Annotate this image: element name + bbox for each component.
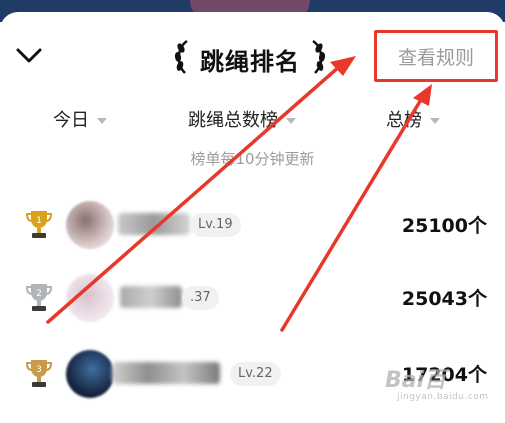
update-note: 榜单每10分钟更新 xyxy=(190,150,315,168)
caret-down-icon xyxy=(430,118,440,124)
trophy-bronze-icon: 3 xyxy=(26,360,52,387)
caret-down-icon xyxy=(286,118,296,124)
rank-number: 3 xyxy=(36,365,42,375)
filter-board-type[interactable]: 跳绳总数榜 xyxy=(188,106,296,132)
level-badge: .37 xyxy=(182,286,219,310)
rules-link-highlight[interactable]: 查看规则 xyxy=(374,30,498,82)
ranking-row[interactable]: 1 Lv.19 25100个 xyxy=(0,195,505,255)
filter-scope[interactable]: 总榜 xyxy=(386,106,440,132)
watermark-logo: Bai百 xyxy=(385,368,447,393)
watermark-url: jingyan.baidu.com xyxy=(397,392,489,402)
caret-down-icon xyxy=(97,118,107,124)
user-name-blurred xyxy=(118,213,190,235)
jump-count: 25100个 xyxy=(401,215,487,237)
filter-date[interactable]: 今日 xyxy=(53,106,107,132)
watermark: Bai百 jingyan.baidu.com xyxy=(385,362,495,412)
jump-count: 25043个 xyxy=(401,288,487,310)
rules-link[interactable]: 查看规则 xyxy=(377,43,495,70)
avatar[interactable] xyxy=(66,274,114,322)
user-name-blurred xyxy=(112,362,220,384)
avatar[interactable] xyxy=(66,201,114,249)
rank-number: 2 xyxy=(36,289,42,299)
filter-date-label: 今日 xyxy=(53,110,89,131)
laurel-right-icon xyxy=(312,39,326,74)
trophy-gold-icon: 1 xyxy=(26,211,52,238)
chevron-down-icon[interactable] xyxy=(12,38,46,72)
rank-number: 1 xyxy=(36,216,42,226)
filter-board-type-label: 跳绳总数榜 xyxy=(188,110,278,131)
page-title-group: 跳绳排名 xyxy=(165,38,335,78)
user-name-blurred xyxy=(120,286,182,308)
level-badge: Lv.22 xyxy=(230,362,281,386)
ranking-row[interactable]: 2 .37 25043个 xyxy=(0,268,505,328)
filter-scope-label: 总榜 xyxy=(386,110,422,131)
trophy-silver-icon: 2 xyxy=(26,284,52,311)
avatar[interactable] xyxy=(66,350,114,398)
level-badge: Lv.19 xyxy=(190,213,241,237)
